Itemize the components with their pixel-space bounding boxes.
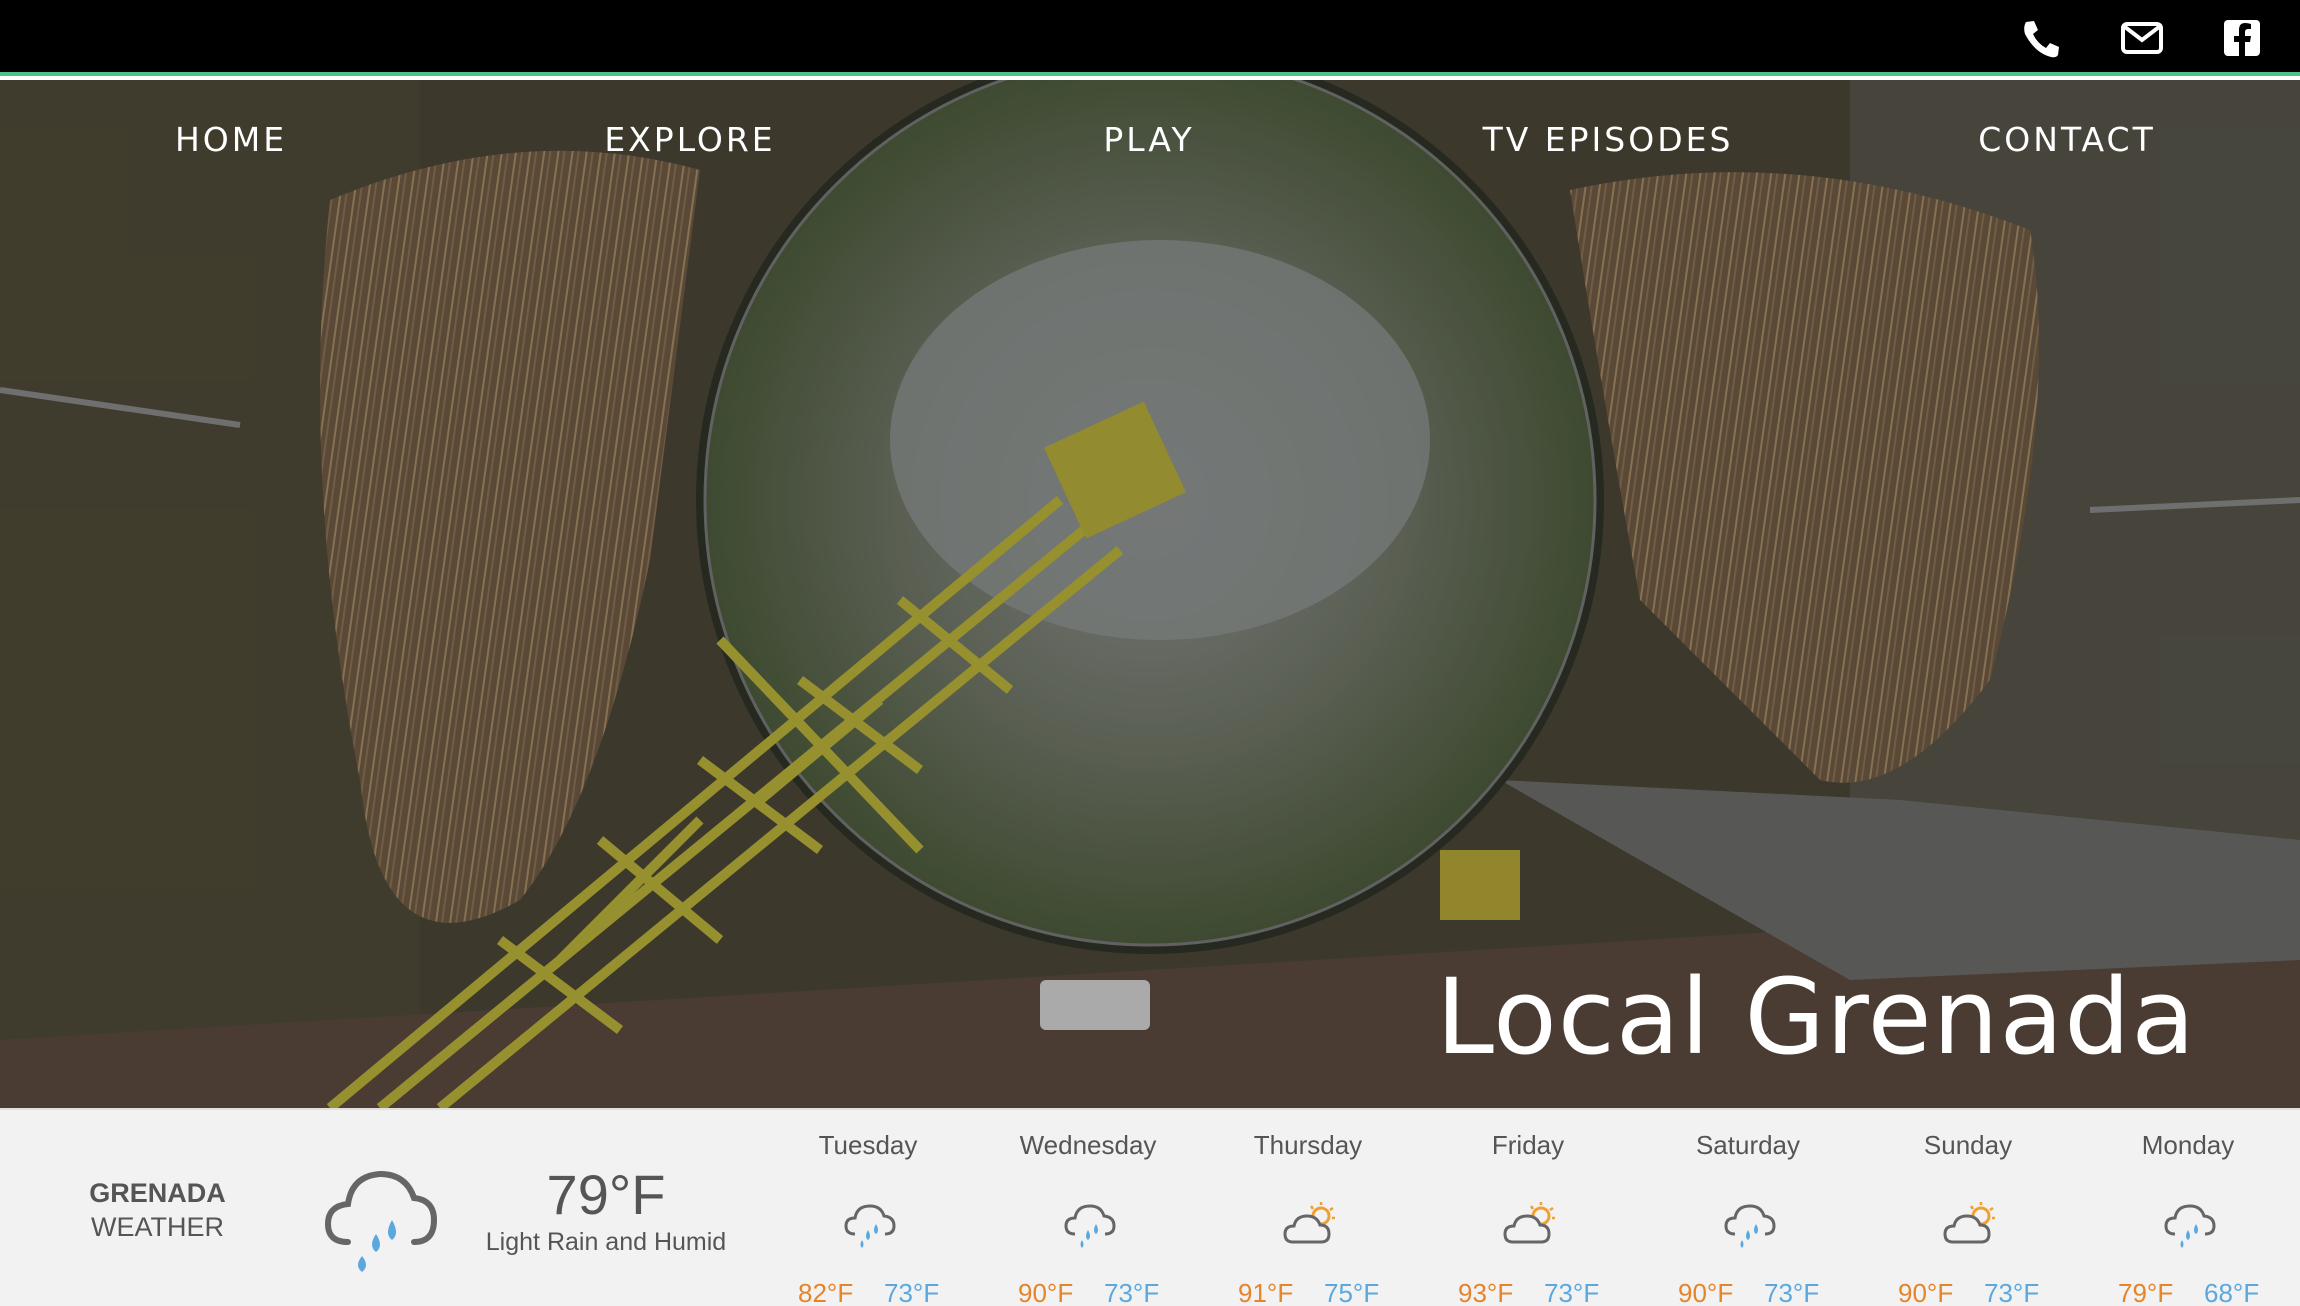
forecast-day: Monday 79°F 68°F — [2078, 1130, 2298, 1306]
main-nav: HOME EXPLORE PLAY TV EPISODES CONTACT — [0, 120, 2300, 180]
current-temperature: 79°F — [546, 1163, 666, 1226]
forecast-high: 90°F — [1898, 1278, 1954, 1306]
nav-explore[interactable]: EXPLORE — [604, 120, 775, 159]
current-conditions: Light Rain and Humid — [485, 1228, 727, 1256]
forecast-day: Sunday 90°F 73°F — [1858, 1130, 2078, 1306]
phone-icon[interactable] — [2020, 18, 2064, 58]
nav-contact[interactable]: CONTACT — [1978, 120, 2156, 159]
rain-cloud-icon — [1723, 1200, 1777, 1248]
weather-city: GRENADA — [89, 1178, 226, 1208]
forecast-day: Wednesday 90°F 73°F — [978, 1130, 1198, 1306]
partly-sunny-icon — [1943, 1200, 1997, 1248]
forecast-day-name: Monday — [2141, 1130, 2235, 1160]
envelope-icon[interactable] — [2120, 18, 2164, 58]
nav-home[interactable]: HOME — [175, 120, 287, 159]
weather-label: WEATHER — [91, 1212, 224, 1242]
partly-sunny-icon — [1503, 1200, 1557, 1248]
forecast-low: 73°F — [1104, 1278, 1160, 1306]
page: HOME EXPLORE PLAY TV EPISODES CONTACT Lo… — [0, 0, 2300, 1306]
forecast-day-name: Sunday — [1923, 1130, 2013, 1160]
rain-cloud-icon — [2163, 1200, 2217, 1248]
forecast-low: 75°F — [1324, 1278, 1380, 1306]
facebook-icon[interactable] — [2220, 18, 2264, 58]
nav-tv-episodes[interactable]: TV EPISODES — [1483, 120, 1734, 159]
hero-banner: HOME EXPLORE PLAY TV EPISODES CONTACT Lo… — [0, 80, 2300, 1108]
nav-play[interactable]: PLAY — [1103, 120, 1194, 159]
forecast-day-name: Thursday — [1253, 1130, 1363, 1160]
forecast-day: Friday 93°F 73°F — [1418, 1130, 1638, 1306]
forecast-day: Thursday 91°F 75°F — [1198, 1130, 1418, 1306]
top-bar — [0, 0, 2300, 76]
hero-overlay — [0, 80, 2300, 1108]
forecast-high: 79°F — [2118, 1278, 2174, 1306]
hero-title: Local Grenada — [1435, 956, 2196, 1078]
forecast-day-name: Tuesday — [818, 1130, 918, 1160]
forecast-high: 82°F — [798, 1278, 854, 1306]
rain-cloud-icon — [1063, 1200, 1117, 1248]
forecast-day: Tuesday 82°F 73°F — [758, 1130, 978, 1306]
forecast-day: Saturday 90°F 73°F — [1638, 1130, 1858, 1306]
forecast-high: 90°F — [1018, 1278, 1074, 1306]
forecast-day-name: Saturday — [1695, 1130, 1801, 1160]
forecast-day-name: Wednesday — [1019, 1130, 1157, 1160]
rain-cloud-icon — [322, 1162, 440, 1272]
forecast-low: 73°F — [1984, 1278, 2040, 1306]
partly-sunny-icon — [1283, 1200, 1337, 1248]
forecast-day-name: Friday — [1491, 1130, 1565, 1160]
forecast-high: 93°F — [1458, 1278, 1514, 1306]
forecast-low: 73°F — [1544, 1278, 1600, 1306]
weather-location: GRENADA WEATHER — [70, 1176, 245, 1244]
rain-cloud-icon — [843, 1200, 897, 1248]
forecast-high: 91°F — [1238, 1278, 1294, 1306]
forecast-high: 90°F — [1678, 1278, 1734, 1306]
forecast-low: 73°F — [1764, 1278, 1820, 1306]
weather-widget: GRENADA WEATHER 79°F Light Rain and Humi… — [0, 1108, 2300, 1306]
forecast-low: 68°F — [2204, 1278, 2260, 1306]
forecast-low: 73°F — [884, 1278, 940, 1306]
